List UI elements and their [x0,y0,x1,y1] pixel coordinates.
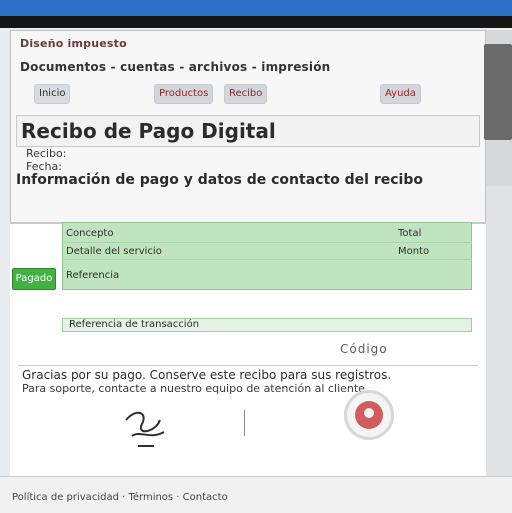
seal-icon [344,390,394,440]
payment-status-badge: Pagado [12,268,56,290]
receipt-number-label: Recibo: [26,147,67,160]
summary-row-3-label: Referencia [66,270,120,281]
nav-chip-receipt[interactable]: Recibo [224,84,268,104]
page-title: Recibo de Pago Digital [16,115,480,147]
section-heading: Información de pago y datos de contacto … [16,172,423,188]
right-thumbnail[interactable] [484,44,512,140]
summary-row-1-value: Total [398,228,422,239]
nav-chip-products[interactable]: Productos [154,84,214,104]
summary-row-2-value: Monto [398,246,430,257]
separator-tick [244,410,245,436]
footer-links[interactable]: Política de privacidad · Términos · Cont… [12,492,228,503]
site-menu: Documentos - cuentas - archivos - impres… [20,60,331,74]
code-hint: Código [340,342,388,356]
thank-you-line: Gracias por su pago. Conserve este recib… [22,368,392,382]
summary-row-2-label: Detalle del servicio [66,246,162,257]
title-bar [0,0,512,16]
summary-row-1-label: Concepto [66,228,114,239]
nav-chip-home[interactable]: Inicio [34,84,71,104]
nav-chip-help[interactable]: Ayuda [380,84,421,104]
top-divider [0,16,512,28]
site-logo[interactable]: Diseño impuesto [20,37,127,50]
support-line: Para soporte, contacte a nuestro equipo … [22,382,369,395]
transaction-reference-row: Referencia de transacción [62,318,472,332]
content-divider [18,365,478,366]
signature-icon [125,411,165,447]
right-sidebar-lower [486,186,512,486]
